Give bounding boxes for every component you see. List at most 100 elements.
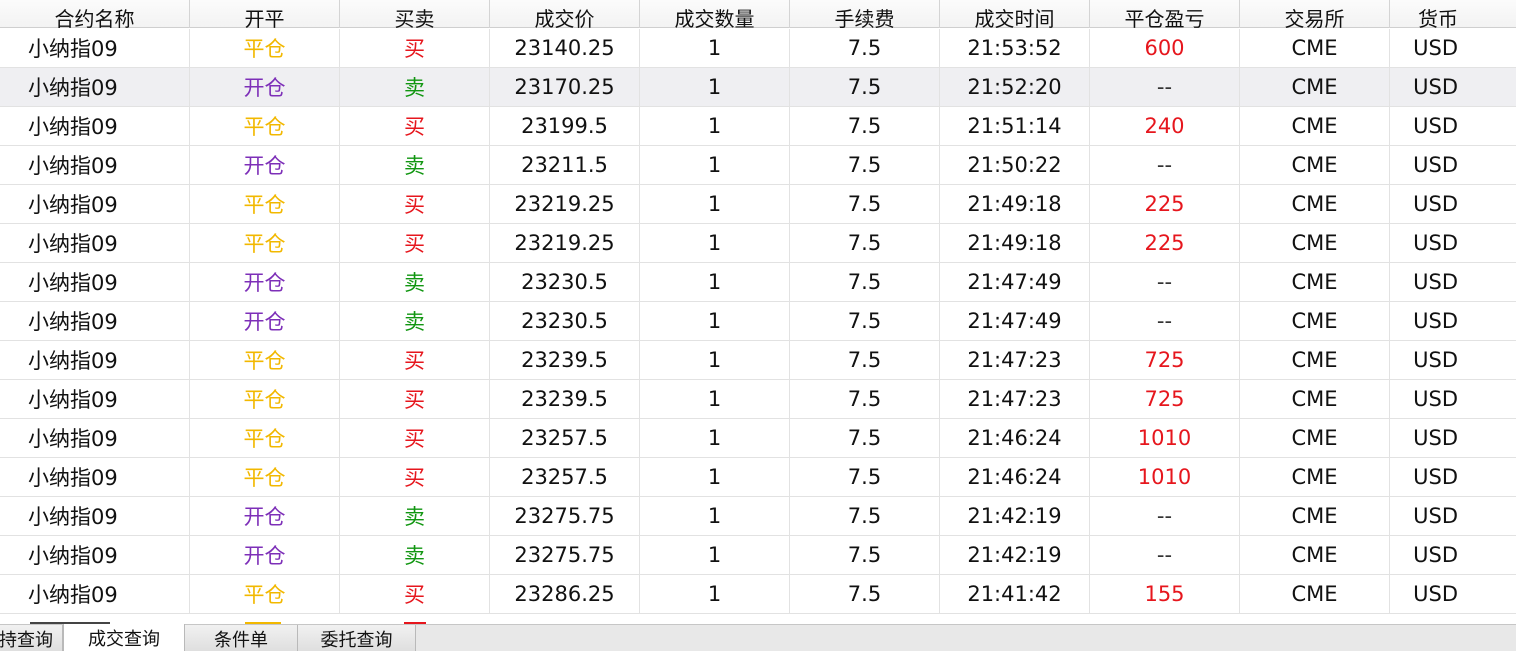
cell-trade-time: 21:52:20	[940, 68, 1090, 106]
table-row[interactable]: 小纳指09 平仓买 23219.25 1 7.5 21:49:18 225 CME USD	[0, 185, 1516, 224]
tab-conditional-order[interactable]: 条件单	[185, 625, 298, 651]
table-row[interactable]: 小纳指09 开仓卖 23230.5 1 7.5 21:47:49 -- CME USD	[0, 263, 1516, 302]
cell-exchange: CME	[1240, 146, 1390, 184]
cell-contract-name: 小纳指09	[0, 536, 190, 574]
cell-exchange: CME	[1240, 68, 1390, 106]
tab-order-query[interactable]: 委托查询	[298, 625, 416, 651]
table-row[interactable]: 小纳指09 平仓买 23286.25 1 7.5 21:41:42 155 CME USD	[0, 575, 1516, 614]
cell-exchange: CME	[1240, 107, 1390, 145]
cell-trade-qty: 1	[640, 185, 790, 223]
cell-trade-price: 23239.5	[490, 341, 640, 379]
cell-buy-sell: 买	[340, 380, 490, 418]
table-row[interactable]: 小纳指09 平仓买 23239.5 1 7.5 21:47:23 725 CME USD	[0, 380, 1516, 419]
cell-trade-price: 23219.25	[490, 185, 640, 223]
cell-close-pnl: --	[1090, 497, 1240, 535]
table-row[interactable]: 小纳指09 平仓买 23140.25 1 7.5 21:53:52 600 CME USD	[0, 29, 1516, 68]
table-row[interactable]: 小纳指09 平仓买 23257.5 1 7.5 21:46:24 1010 CME USD	[0, 419, 1516, 458]
column-header-exchange[interactable]: 交易所	[1240, 0, 1390, 28]
cell-trade-price: 23211.5	[490, 146, 640, 184]
cell-currency: USD	[1413, 153, 1458, 177]
column-header-trade-qty[interactable]: 成交数量	[640, 0, 790, 28]
cell-trade-price: 23230.5	[490, 263, 640, 301]
cell-close-pnl: 1010	[1090, 419, 1240, 457]
cell-close-pnl: --	[1090, 146, 1240, 184]
cell-exchange: CME	[1240, 380, 1390, 418]
cell-trade-qty: 1	[640, 224, 790, 262]
table-row[interactable]: 小纳指09 开仓卖 23230.5 1 7.5 21:47:49 -- CME USD	[0, 302, 1516, 341]
table-row[interactable]: 小纳指09 平仓买 23219.25 1 7.5 21:49:18 225 CME USD	[0, 224, 1516, 263]
column-header-open-close[interactable]: 开平	[190, 0, 340, 28]
cell-contract-name: 小纳指09	[0, 341, 190, 379]
cell-currency: USD	[1413, 543, 1458, 567]
cell-currency: USD	[1413, 114, 1458, 138]
table-row[interactable]: 小纳指09 开仓卖 23275.75 1 7.5 21:42:19 -- CME USD	[0, 497, 1516, 536]
column-header-close-pnl[interactable]: 平仓盈亏	[1090, 0, 1240, 28]
cell-trade-time: 21:47:49	[940, 302, 1090, 340]
cell-currency: USD	[1413, 426, 1458, 450]
cell-trade-price: 23257.5	[490, 458, 640, 496]
cell-trade-qty: 1	[640, 380, 790, 418]
column-header-currency[interactable]: 货币	[1390, 0, 1486, 28]
cell-fee: 7.5	[790, 107, 940, 145]
cell-close-pnl: 155	[1090, 575, 1240, 613]
cell-currency: USD	[1413, 231, 1458, 255]
cell-buy-sell: 买	[340, 29, 490, 67]
cell-contract-name: 小纳指09	[0, 302, 190, 340]
table-row[interactable]: 小纳指09 平仓买 23199.5 1 7.5 21:51:14 240 CME USD	[0, 107, 1516, 146]
cell-buy-sell: 卖	[340, 497, 490, 535]
cell-trade-price: 23170.25	[490, 68, 640, 106]
cell-open-close: 开仓	[190, 263, 340, 301]
cell-exchange: CME	[1240, 29, 1390, 67]
cell-open-close: 开仓	[190, 68, 340, 106]
cell-trade-price: 23257.5	[490, 419, 640, 457]
cell-open-close: 平仓	[190, 458, 340, 496]
cell-contract-name: 小纳指09	[0, 29, 190, 67]
tab-trade-query[interactable]: 成交查询	[63, 624, 185, 651]
column-header-fee[interactable]: 手续费	[790, 0, 940, 28]
cell-open-close: 平仓	[190, 419, 340, 457]
cell-currency: USD	[1413, 582, 1458, 606]
cell-trade-qty: 1	[640, 29, 790, 67]
cell-fee: 7.5	[790, 419, 940, 457]
cell-contract-name: 小纳指09	[0, 146, 190, 184]
tab-position-query[interactable]: 持查询	[0, 625, 63, 651]
cell-trade-price: 23199.5	[490, 107, 640, 145]
cell-currency: USD	[1413, 36, 1458, 60]
cell-exchange: CME	[1240, 185, 1390, 223]
cell-contract-name: 小纳指09	[0, 224, 190, 262]
cell-trade-price: 23286.25	[490, 575, 640, 613]
table-row[interactable]: 小纳指09 开仓卖 23211.5 1 7.5 21:50:22 -- CME USD	[0, 146, 1516, 185]
column-header-trade-price[interactable]: 成交价	[490, 0, 640, 28]
cell-trade-time: 21:41:42	[940, 575, 1090, 613]
cell-exchange: CME	[1240, 302, 1390, 340]
column-header-trade-time[interactable]: 成交时间	[940, 0, 1090, 28]
cell-currency: USD	[1413, 387, 1458, 411]
cell-buy-sell: 买	[340, 458, 490, 496]
cell-buy-sell: 买	[340, 224, 490, 262]
cell-close-pnl: --	[1090, 68, 1240, 106]
table-row[interactable]: 小纳指09 开仓卖 23275.75 1 7.5 21:42:19 -- CME USD	[0, 536, 1516, 575]
cell-trade-price: 23230.5	[490, 302, 640, 340]
cell-close-pnl: 725	[1090, 380, 1240, 418]
table-row[interactable]: 小纳指09 平仓买 23257.5 1 7.5 21:46:24 1010 CME USD	[0, 458, 1516, 497]
cell-trade-time: 21:46:24	[940, 458, 1090, 496]
cell-fee: 7.5	[790, 575, 940, 613]
cell-exchange: CME	[1240, 536, 1390, 574]
cell-buy-sell: 卖	[340, 68, 490, 106]
cell-exchange: CME	[1240, 419, 1390, 457]
cell-open-close: 开仓	[190, 302, 340, 340]
cell-fee: 7.5	[790, 302, 940, 340]
cell-buy-sell: 卖	[340, 536, 490, 574]
table-row[interactable]: 小纳指09 开仓卖 23170.25 1 7.5 21:52:20 -- CME USD	[0, 68, 1516, 107]
table-row[interactable]: 小纳指09 平仓买 23239.5 1 7.5 21:47:23 725 CME USD	[0, 341, 1516, 380]
cell-buy-sell: 买	[340, 107, 490, 145]
cell-contract-name: 小纳指09	[0, 107, 190, 145]
cell-close-pnl: --	[1090, 536, 1240, 574]
column-header-buy-sell[interactable]: 买卖	[340, 0, 490, 28]
cell-exchange: CME	[1240, 224, 1390, 262]
cell-trade-price: 23239.5	[490, 380, 640, 418]
cell-trade-time: 21:49:18	[940, 224, 1090, 262]
cell-open-close: 平仓	[190, 224, 340, 262]
column-header-contract-name[interactable]: 合约名称	[0, 0, 190, 28]
cell-open-close: 平仓	[190, 380, 340, 418]
